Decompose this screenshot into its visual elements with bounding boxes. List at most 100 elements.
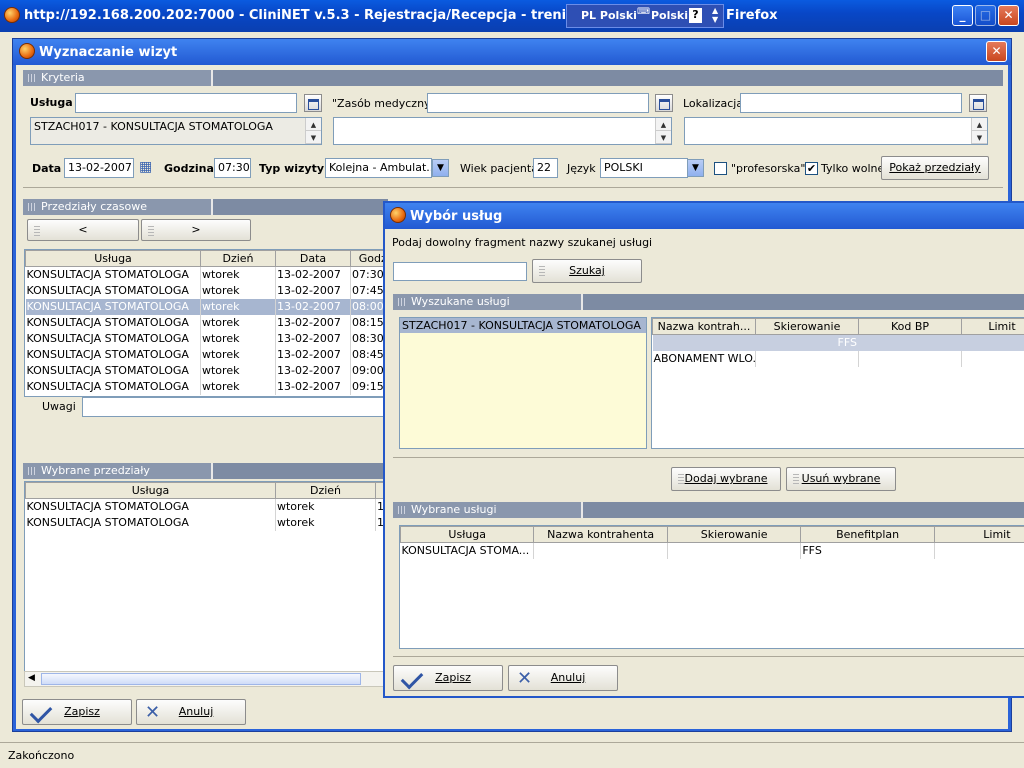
resource-input[interactable] [427, 93, 649, 113]
service-picker-button[interactable] [304, 94, 322, 112]
lang-indicator[interactable]: PL Polski [581, 9, 637, 22]
column-header[interactable]: Skierowanie [755, 318, 859, 335]
table-cell: wtorek [200, 314, 276, 331]
firefox-icon [390, 207, 406, 223]
divider [393, 457, 1024, 458]
slots-table[interactable]: Usługa Dzień Data Godz... KONSULTACJA ST… [24, 249, 385, 397]
column-header[interactable]: Nazwa kontrah... [652, 318, 756, 335]
table-row[interactable]: KONSULTACJA STOMATOLOGA wtorek 13-02-2007 0… [25, 362, 384, 379]
notes-input[interactable] [82, 397, 385, 417]
table-row[interactable]: KONSULTACJA STOMA... FFS [400, 542, 1024, 559]
chevron-down-icon[interactable]: ▼ [972, 131, 987, 144]
found-services-list[interactable]: STZACH017 - KONSULTACJA STOMATOLOGA [399, 317, 647, 449]
only-free-checkbox[interactable]: ✔ [805, 162, 818, 175]
cancel-label: Anuluj [178, 705, 214, 718]
resource-list[interactable]: ▲ ▼ [333, 117, 672, 145]
table-row[interactable]: KONSULTACJA STOMATOLOGAwtorek13 [25, 514, 384, 531]
time-input[interactable]: 07:30 [214, 158, 251, 178]
language-bar[interactable]: PL Polski ⌨ Polski ? ▲ ▼ [566, 4, 724, 28]
location-picker-button[interactable] [969, 94, 987, 112]
date-input[interactable]: 13-02-2007 [64, 158, 134, 178]
table-row[interactable]: KONSULTACJA STOMATOLOGA wtorek 13-02-2007 0… [25, 282, 384, 299]
add-selected-button[interactable]: Dodaj wybrane [671, 467, 781, 491]
help-icon[interactable]: ? [689, 8, 702, 23]
column-header[interactable]: Benefitplan [800, 526, 935, 543]
close-browser-button[interactable]: ✕ [998, 5, 1019, 26]
chosen-header-label: Wybrane przedziały [41, 464, 150, 477]
column-header[interactable]: Dzień [200, 250, 276, 267]
keyboard-layout[interactable]: Polski [651, 9, 688, 22]
table-row[interactable]: KONSULTACJA STOMATOLOGAwtorek13 [25, 498, 384, 515]
chevron-up-icon[interactable]: ▲ [306, 118, 321, 131]
dialog-search-button[interactable]: Szukaj [532, 259, 642, 283]
location-list-scroll[interactable]: ▲ ▼ [971, 118, 987, 144]
chevron-down-icon[interactable]: ▼ [687, 159, 704, 177]
criteria-header: Kryteria [23, 70, 1003, 86]
service-list-scroll[interactable]: ▲ ▼ [305, 118, 321, 144]
column-header[interactable]: Nazwa kontrahenta [533, 526, 668, 543]
horizontal-scrollbar[interactable]: ◀ [24, 671, 385, 687]
show-slots-button[interactable]: Pokaż przedziały [881, 156, 989, 180]
table-row[interactable]: KONSULTACJA STOMATOLOGA wtorek 13-02-2007 0… [25, 266, 384, 283]
table-row[interactable]: KONSULTACJA STOMATOLOGA wtorek 13-02-2007 0… [25, 314, 384, 331]
resource-list-scroll[interactable]: ▲ ▼ [655, 118, 671, 144]
column-header[interactable]: Dzień [275, 482, 376, 499]
chevron-down-icon[interactable]: ▼ [432, 159, 449, 177]
column-header[interactable]: Skierowanie [666, 526, 802, 543]
table-row-selected[interactable]: KONSULTACJA STOMATOLOGA wtorek 13-02-2007 0… [25, 298, 384, 315]
table-row[interactable]: KONSULTACJA STOMATOLOGA wtorek 13-02-2007 0… [25, 346, 384, 363]
prev-button[interactable]: < [27, 219, 139, 241]
table-cell: 07:30 [350, 266, 384, 283]
resource-picker-button[interactable] [655, 94, 673, 112]
dialog-cancel-button[interactable]: ✕ Anuluj [508, 665, 618, 691]
table-row[interactable]: KONSULTACJA STOMATOLOGA wtorek 13-02-2007 0… [25, 330, 384, 347]
table-cell [667, 542, 802, 559]
found-contracts-table[interactable]: Nazwa kontrah... Skierowanie Kod BP Limi… [651, 317, 1024, 449]
column-header[interactable]: Godz... [350, 250, 384, 267]
column-header[interactable]: Usługa [400, 526, 535, 543]
table-cell: 13-02-2007 [275, 314, 351, 331]
location-list[interactable]: ▲ ▼ [684, 117, 988, 145]
chevron-left-icon[interactable]: ◀ [28, 673, 35, 683]
remove-selected-button[interactable]: Usuń wybrane [786, 467, 896, 491]
close-window-button[interactable]: ✕ [986, 41, 1007, 62]
chevron-down-icon[interactable]: ▼ [656, 131, 671, 144]
group-row[interactable]: FFS [652, 334, 1024, 351]
table-row[interactable]: ABONAMENT WLO... [652, 350, 1024, 367]
location-input[interactable] [740, 93, 962, 113]
table-cell: 08:15 [350, 314, 384, 331]
column-header[interactable]: Data [275, 250, 351, 267]
dialog-save-button[interactable]: Zapisz [393, 665, 503, 691]
list-item[interactable]: STZACH017 - KONSULTACJA STOMATOLOGA [400, 318, 646, 333]
service-input[interactable] [75, 93, 297, 113]
chevron-up-icon[interactable]: ▲ [656, 118, 671, 131]
service-list[interactable]: STZACH017 - KONSULTACJA STOMATOLOGA ▲ ▼ [30, 117, 322, 145]
scrollbar-thumb[interactable] [41, 673, 361, 685]
column-header[interactable]: Usługa [25, 482, 276, 499]
chevron-down-icon[interactable]: ▼ [306, 131, 321, 144]
service-list-item[interactable]: STZACH017 - KONSULTACJA STOMATOLOGA [34, 120, 273, 133]
selected-services-table[interactable]: Usługa Nazwa kontrahenta Skierowanie Ben… [399, 525, 1024, 649]
dialog-search-input[interactable] [393, 262, 527, 281]
next-button[interactable]: > [141, 219, 251, 241]
table-row[interactable]: KONSULTACJA STOMATOLOGA wtorek 13-02-2007 0… [25, 378, 384, 395]
chosen-table[interactable]: Usługa Dzień 13 KONSULTACJA STOMATOLOGAw… [24, 481, 385, 687]
column-header[interactable]: Limit [961, 318, 1024, 335]
calendar-icon[interactable]: ▦ [139, 159, 152, 175]
minimize-button[interactable]: _ [952, 5, 973, 26]
save-button[interactable]: Zapisz [22, 699, 132, 725]
maximize-button[interactable]: □ [975, 5, 996, 26]
cancel-button[interactable]: ✕ Anuluj [136, 699, 246, 725]
lang-options-icon[interactable]: ▲ ▼ [712, 6, 718, 24]
column-header[interactable]: Limit [933, 526, 1024, 543]
chevron-up-icon[interactable]: ▲ [972, 118, 987, 131]
column-header[interactable]: Usługa [25, 250, 201, 267]
visit-type-select[interactable]: Kolejna - Ambulat... [325, 158, 432, 178]
table-cell: wtorek [275, 498, 376, 515]
age-input[interactable]: 22 [533, 158, 558, 178]
slots-header-label: Przedziały czasowe [41, 200, 147, 213]
grip-icon [148, 226, 154, 236]
professor-checkbox[interactable] [714, 162, 727, 175]
column-header[interactable]: Kod BP [858, 318, 962, 335]
language-select[interactable]: POLSKI [600, 158, 688, 178]
